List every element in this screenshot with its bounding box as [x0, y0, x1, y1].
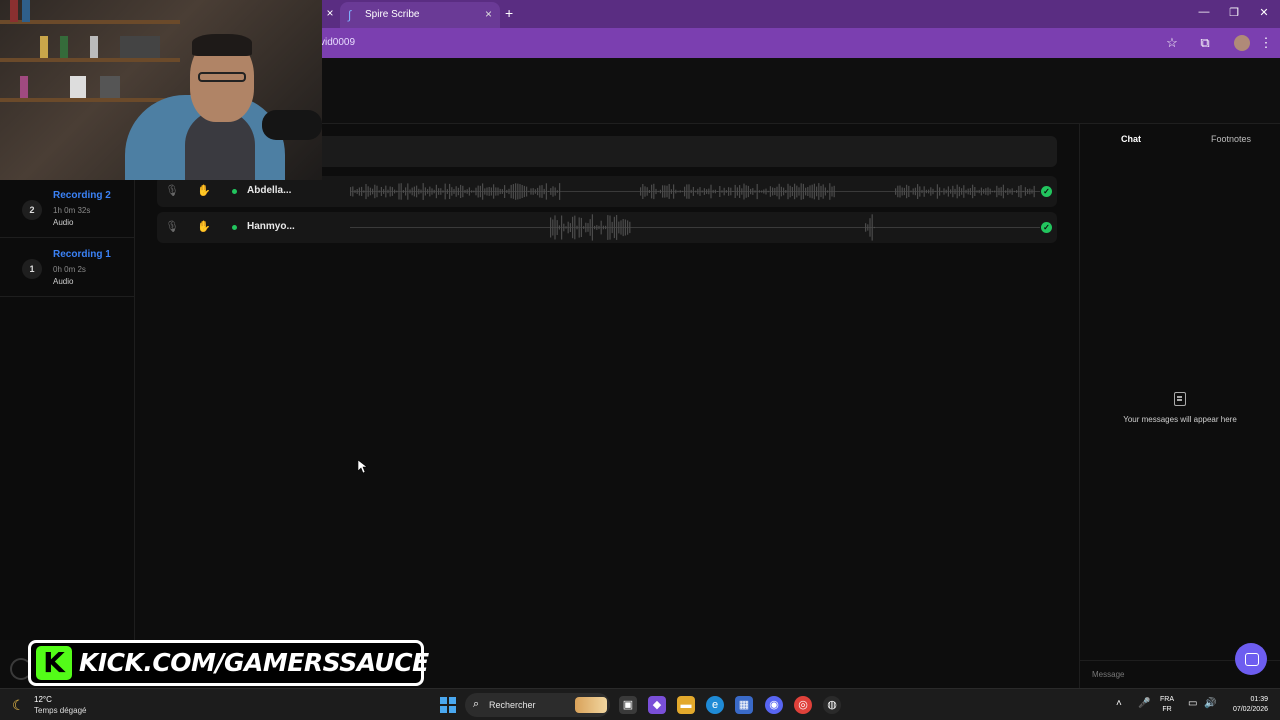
menu-icon[interactable]: ⋮	[1258, 35, 1274, 51]
taskbar-search[interactable]: ⌕ Rechercher	[465, 693, 610, 717]
discord-icon[interactable]: ◉	[765, 696, 783, 714]
search-icon: ⌕	[473, 698, 480, 710]
microphone-icon[interactable]: 🎙	[165, 184, 179, 198]
copilot-icon[interactable]: ◆	[648, 696, 666, 714]
check-icon: ✓	[1041, 222, 1052, 233]
recording-item[interactable]: 1 Recording 1 0h 0m 2s Audio	[0, 239, 135, 297]
right-panel: Chat Footnotes Your messages will appear…	[1079, 124, 1280, 688]
edge-icon[interactable]: e	[706, 696, 724, 714]
volume-icon[interactable]: 🔊	[1204, 698, 1216, 709]
waveform[interactable]	[350, 176, 1040, 207]
recordings-sidebar: 2 Recording 2 1h 0m 32s Audio 1 Recordin…	[0, 180, 135, 640]
kick-banner: K KICK.COM/GAMERSSAUCE	[28, 640, 429, 686]
recording-number: 2	[22, 200, 42, 220]
recording-duration: 1h 0m 32s	[53, 206, 91, 215]
search-highlight-image	[575, 697, 607, 713]
file-explorer-icon[interactable]: ▬	[677, 696, 695, 714]
tab-footnotes[interactable]: Footnotes	[1211, 134, 1251, 144]
hand-icon[interactable]: ✋	[197, 184, 211, 198]
support-chat-button[interactable]	[1235, 643, 1267, 675]
minimize-icon[interactable]: —	[1197, 6, 1211, 18]
message-icon	[1174, 392, 1186, 406]
kick-logo: K	[36, 646, 72, 680]
new-tab-button[interactable]: +	[505, 5, 513, 21]
chevron-up-icon[interactable]: ˄	[1116, 698, 1122, 709]
profile-avatar[interactable]	[1234, 35, 1250, 51]
hand-icon[interactable]: ✋	[197, 220, 211, 234]
track-row[interactable]: 🎙 ✋ Abdella... ✓	[157, 176, 1057, 207]
search-label: Rechercher	[489, 700, 536, 710]
obs-icon[interactable]: ◍	[823, 696, 841, 714]
task-view-icon[interactable]: ▣	[619, 696, 637, 714]
close-tab-icon[interactable]: ×	[485, 7, 492, 21]
check-icon: ✓	[1041, 186, 1052, 197]
language-indicator[interactable]: FRA FR	[1160, 695, 1174, 715]
spire-logo-icon: ∫	[348, 8, 352, 22]
clock[interactable]: 01:39 07/02/2026	[1224, 695, 1268, 715]
language-code: FRA	[1160, 696, 1174, 703]
recording-type: Audio	[53, 218, 74, 227]
weather-description[interactable]: Temps dégagé	[34, 706, 86, 715]
app-header	[322, 58, 1280, 124]
main-content	[135, 124, 1079, 688]
active-dot	[232, 189, 237, 194]
keyboard-layout: FR	[1162, 706, 1172, 713]
active-dot	[232, 225, 237, 230]
speaker-name: Hanmyo...	[247, 221, 295, 232]
speaker-name: Abdella...	[247, 185, 292, 196]
moon-icon[interactable]: ☾	[12, 697, 25, 714]
tab-chat[interactable]: Chat	[1121, 134, 1141, 144]
recording-number: 1	[22, 259, 42, 279]
message-input[interactable]	[1092, 667, 1232, 681]
empty-chat-text: Your messages will appear here	[1123, 415, 1237, 424]
clock-date: 07/02/2026	[1232, 706, 1268, 713]
recording-name[interactable]: Recording 1	[53, 249, 111, 260]
recording-duration: 0h 0m 2s	[53, 265, 86, 274]
tab-title: Spire Scribe	[365, 9, 420, 20]
recording-name[interactable]: Recording 2	[53, 190, 111, 201]
microphone-icon[interactable]: 🎙	[165, 220, 179, 234]
windows-start-icon[interactable]	[440, 697, 456, 713]
recording-type: Audio	[53, 277, 74, 286]
star-icon[interactable]: ☆	[1164, 35, 1180, 51]
mouse-cursor	[358, 460, 368, 474]
store-icon[interactable]: ▦	[735, 696, 753, 714]
weather-temperature[interactable]: 12°C	[34, 695, 52, 704]
chrome-icon[interactable]: ◎	[794, 696, 812, 714]
restore-icon[interactable]: ❐	[1227, 6, 1241, 19]
url-text[interactable]: vid0009	[320, 37, 355, 48]
windows-taskbar: ☾ 12°C Temps dégagé ⌕ Rechercher ▣ ◆ ▬ e…	[0, 688, 1280, 720]
close-tab-icon[interactable]: ×	[323, 6, 337, 20]
tab-spire-scribe[interactable]: ∫ Spire Scribe ×	[340, 2, 500, 28]
recording-item[interactable]: 2 Recording 2 1h 0m 32s Audio	[0, 180, 135, 238]
webcam-overlay	[0, 0, 322, 180]
extensions-icon[interactable]: ⧉	[1197, 35, 1213, 51]
track-row[interactable]: 🎙 ✋ Hanmyo... ✓	[157, 212, 1057, 243]
microphone-tray-icon[interactable]: 🎤	[1138, 698, 1150, 709]
close-window-icon[interactable]: ✕	[1257, 6, 1271, 19]
waveform[interactable]	[350, 212, 1040, 243]
kick-url: KICK.COM/GAMERSSAUCE	[79, 648, 429, 677]
network-icon[interactable]: ▭	[1188, 698, 1197, 709]
clock-time: 01:39	[1250, 696, 1268, 703]
